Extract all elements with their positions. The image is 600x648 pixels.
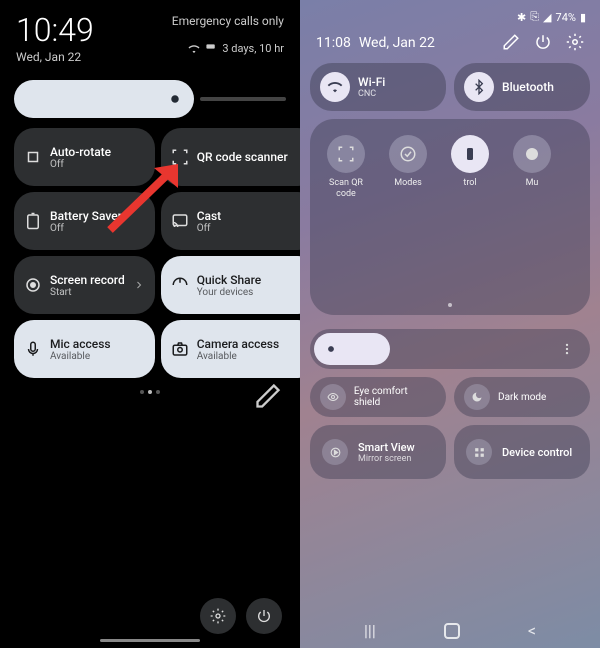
- brightness-icon: [166, 90, 184, 108]
- tile-cast[interactable]: CastOff: [161, 192, 318, 250]
- tile-quick-share[interactable]: Quick ShareYour devices: [161, 256, 318, 314]
- battery-icon: [24, 212, 42, 230]
- header: 10:49 Wed, Jan 22 Emergency calls only 3…: [10, 14, 290, 64]
- moon-icon: [464, 384, 490, 410]
- nav-bar: ||| <: [300, 621, 600, 640]
- clock: 10:49: [16, 14, 94, 46]
- tile-battery-saver[interactable]: Battery SaverOff: [14, 192, 155, 250]
- pixel-quick-settings: 10:49 Wed, Jan 22 Emergency calls only 3…: [0, 0, 300, 648]
- record-icon: [24, 276, 42, 294]
- tile-grid: Auto-rotateOff QR code scanner Battery S…: [10, 128, 290, 378]
- panel-item-mu[interactable]: Mu: [508, 135, 556, 200]
- dark-mode-pill[interactable]: Dark mode: [454, 377, 590, 417]
- page-indicator: [10, 390, 290, 394]
- camera-icon: [171, 340, 189, 358]
- panel-item-qr[interactable]: Scan QR code: [322, 135, 370, 200]
- bluetooth-status-icon: ✱: [517, 11, 526, 24]
- panel-item-modes[interactable]: Modes: [384, 135, 432, 200]
- brightness-icon: [324, 342, 338, 356]
- more-icon[interactable]: [560, 342, 574, 356]
- panel-item-control[interactable]: trol: [446, 135, 494, 200]
- edit-icon[interactable]: [254, 382, 282, 410]
- remote-icon: [451, 135, 489, 173]
- bottom-controls: [200, 598, 282, 634]
- signal-icon: ◢: [543, 11, 551, 24]
- crop-icon: [24, 148, 42, 166]
- date: Wed, Jan 22: [16, 50, 94, 64]
- header: 11:08 Wed, Jan 22: [310, 32, 590, 51]
- tile-screen-record[interactable]: Screen recordStart: [14, 256, 155, 314]
- wifi-chip[interactable]: Wi-FiCNC: [310, 63, 446, 111]
- gear-icon[interactable]: [566, 33, 584, 51]
- share-icon: [171, 276, 189, 294]
- cast-icon: [322, 439, 348, 465]
- qr-icon: [171, 148, 189, 166]
- qr-icon: [327, 135, 365, 173]
- tile-mic-access[interactable]: Mic accessAvailable: [14, 320, 155, 378]
- wifi-icon: [188, 43, 200, 55]
- chevron-right-icon: [133, 279, 145, 291]
- samsung-quick-settings: ✱ ⎘ ◢ 74% ▮ 11:08 Wed, Jan 22 Wi-FiCNC B…: [300, 0, 600, 648]
- brightness-slider[interactable]: [310, 329, 590, 369]
- page-dot: [448, 303, 452, 307]
- tile-camera-access[interactable]: Camera accessAvailable: [161, 320, 318, 378]
- battery-icon: [203, 44, 219, 54]
- nav-recents[interactable]: |||: [364, 621, 376, 640]
- power-icon: [256, 608, 272, 624]
- eye-comfort-pill[interactable]: Eye comfort shield: [310, 377, 446, 417]
- brightness-slider[interactable]: [10, 80, 290, 118]
- nav-back[interactable]: <: [528, 621, 536, 640]
- more-icon: [513, 135, 551, 173]
- emergency-text: Emergency calls only: [172, 14, 284, 28]
- nfc-icon: ⎘: [530, 10, 539, 24]
- check-icon: [389, 135, 427, 173]
- mic-icon: [24, 340, 42, 358]
- grid-icon: [466, 439, 492, 465]
- bluetooth-icon: [464, 72, 494, 102]
- bluetooth-chip[interactable]: Bluetooth: [454, 63, 590, 111]
- wifi-icon: [320, 72, 350, 102]
- eye-icon: [320, 384, 346, 410]
- power-icon[interactable]: [534, 33, 552, 51]
- nav-pill[interactable]: [100, 639, 200, 642]
- edit-icon[interactable]: [502, 33, 520, 51]
- power-button[interactable]: [246, 598, 282, 634]
- battery-icon: ▮: [580, 11, 586, 24]
- gear-icon: [210, 608, 226, 624]
- tile-auto-rotate[interactable]: Auto-rotateOff: [14, 128, 155, 186]
- cast-icon: [171, 212, 189, 230]
- battery-status: 3 days, 10 hr: [172, 42, 284, 55]
- smart-view-card[interactable]: Smart ViewMirror screen: [310, 425, 446, 479]
- device-control-card[interactable]: Device control: [454, 425, 590, 479]
- status-bar: ✱ ⎘ ◢ 74% ▮: [310, 10, 590, 24]
- date: Wed, Jan 22: [359, 35, 435, 51]
- quick-panel: Scan QR code Modes trol Mu: [310, 119, 590, 315]
- tile-qr-scanner[interactable]: QR code scanner: [161, 128, 318, 186]
- clock: 11:08: [316, 35, 351, 51]
- settings-button[interactable]: [200, 598, 236, 634]
- nav-home[interactable]: [444, 623, 460, 639]
